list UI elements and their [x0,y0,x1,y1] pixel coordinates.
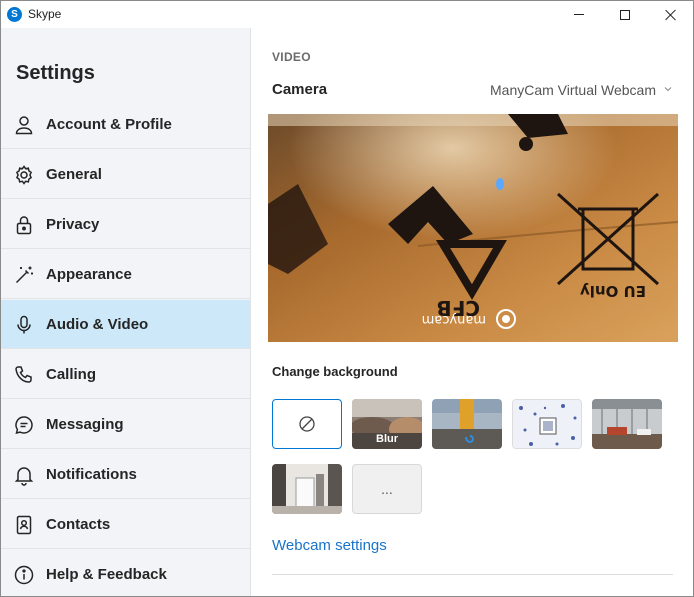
chevron-down-icon[interactable] [664,86,672,92]
section-divider [272,574,673,575]
sidebar-item-label: Help & Feedback [46,566,167,583]
background-none-tile[interactable] [272,399,342,449]
background-blur-tile[interactable]: Blur [352,399,422,449]
sidebar-item-account-profile[interactable]: Account & Profile [1,100,250,149]
sidebar-item-privacy[interactable]: Privacy [1,200,250,249]
sidebar-title: Settings [16,62,95,84]
background-image-tile-bing[interactable] [432,399,502,449]
sidebar-item-label: Audio & Video [46,316,149,333]
gear-icon [13,164,35,186]
sidebar-item-label: Contacts [46,516,111,533]
sidebar-item-contacts[interactable]: Contacts [1,500,250,549]
sidebar-item-label: Messaging [46,416,124,433]
minimize-button[interactable] [556,1,602,28]
background-image-tile-pattern[interactable] [512,399,582,449]
sidebar-item-label: General [46,166,102,183]
person-icon [13,114,35,136]
more-icon: ... [381,481,393,497]
more-backgrounds-button[interactable]: ... [352,464,422,514]
sidebar-item-help-feedback[interactable]: Help & Feedback [1,550,250,596]
microphone-icon [13,314,35,336]
skype-window: S Skype Settings Account & Profile Gener… [0,0,694,597]
sidebar-item-messaging[interactable]: Messaging [1,400,250,449]
background-image-tile-office[interactable] [592,399,662,449]
magic-wand-icon [13,264,35,286]
change-background-title: Change background [272,364,398,379]
manycam-watermark: manycam [422,312,486,327]
background-image-tile-hallway[interactable] [272,464,342,514]
webcam-settings-link[interactable]: Webcam settings [272,537,387,554]
chat-bubble-icon [13,414,35,436]
sidebar-item-audio-video[interactable]: Audio & Video [1,300,250,349]
sidebar-item-label: Account & Profile [46,116,172,133]
no-background-icon [299,416,315,432]
bell-icon [13,464,35,486]
camera-preview: CFB EU Only manycam [268,114,678,342]
settings-main-panel: VIDEO Camera ManyCam Virtual Webcam CFB … [252,28,693,596]
minimize-icon [574,14,584,15]
info-icon [13,564,35,586]
phone-icon [13,364,35,386]
title-bar[interactable]: S Skype [1,1,693,28]
camera-dropdown[interactable]: ManyCam Virtual Webcam [490,82,656,98]
sidebar-item-label: Notifications [46,466,137,483]
sidebar-item-appearance[interactable]: Appearance [1,250,250,299]
sidebar-item-notifications[interactable]: Notifications [1,450,250,499]
close-icon [665,9,677,21]
blur-label: Blur [376,433,398,445]
box-text-eu-only: EU Only [580,282,646,300]
office-interior-image [592,399,662,449]
video-section-label: VIDEO [272,50,311,64]
maximize-button[interactable] [602,1,648,28]
sidebar-item-label: Appearance [46,266,132,283]
contact-card-icon [13,514,35,536]
sidebar-item-calling[interactable]: Calling [1,350,250,399]
settings-sidebar: Settings Account & Profile General Priva… [1,28,251,596]
cardboard-box-image: CFB EU Only manycam [268,114,678,342]
camera-label: Camera [272,81,328,98]
snowflake-pattern-image [513,400,581,448]
sidebar-item-general[interactable]: General [1,150,250,199]
sidebar-item-label: Calling [46,366,97,383]
hallway-room-image [272,464,342,514]
window-title: Skype [28,7,62,21]
close-button[interactable] [648,1,693,28]
lock-icon [13,214,35,236]
sidebar-item-label: Privacy [46,216,100,233]
skype-logo-icon: S [7,7,22,22]
maximize-icon [620,9,630,20]
bing-landscape-image [432,399,502,449]
